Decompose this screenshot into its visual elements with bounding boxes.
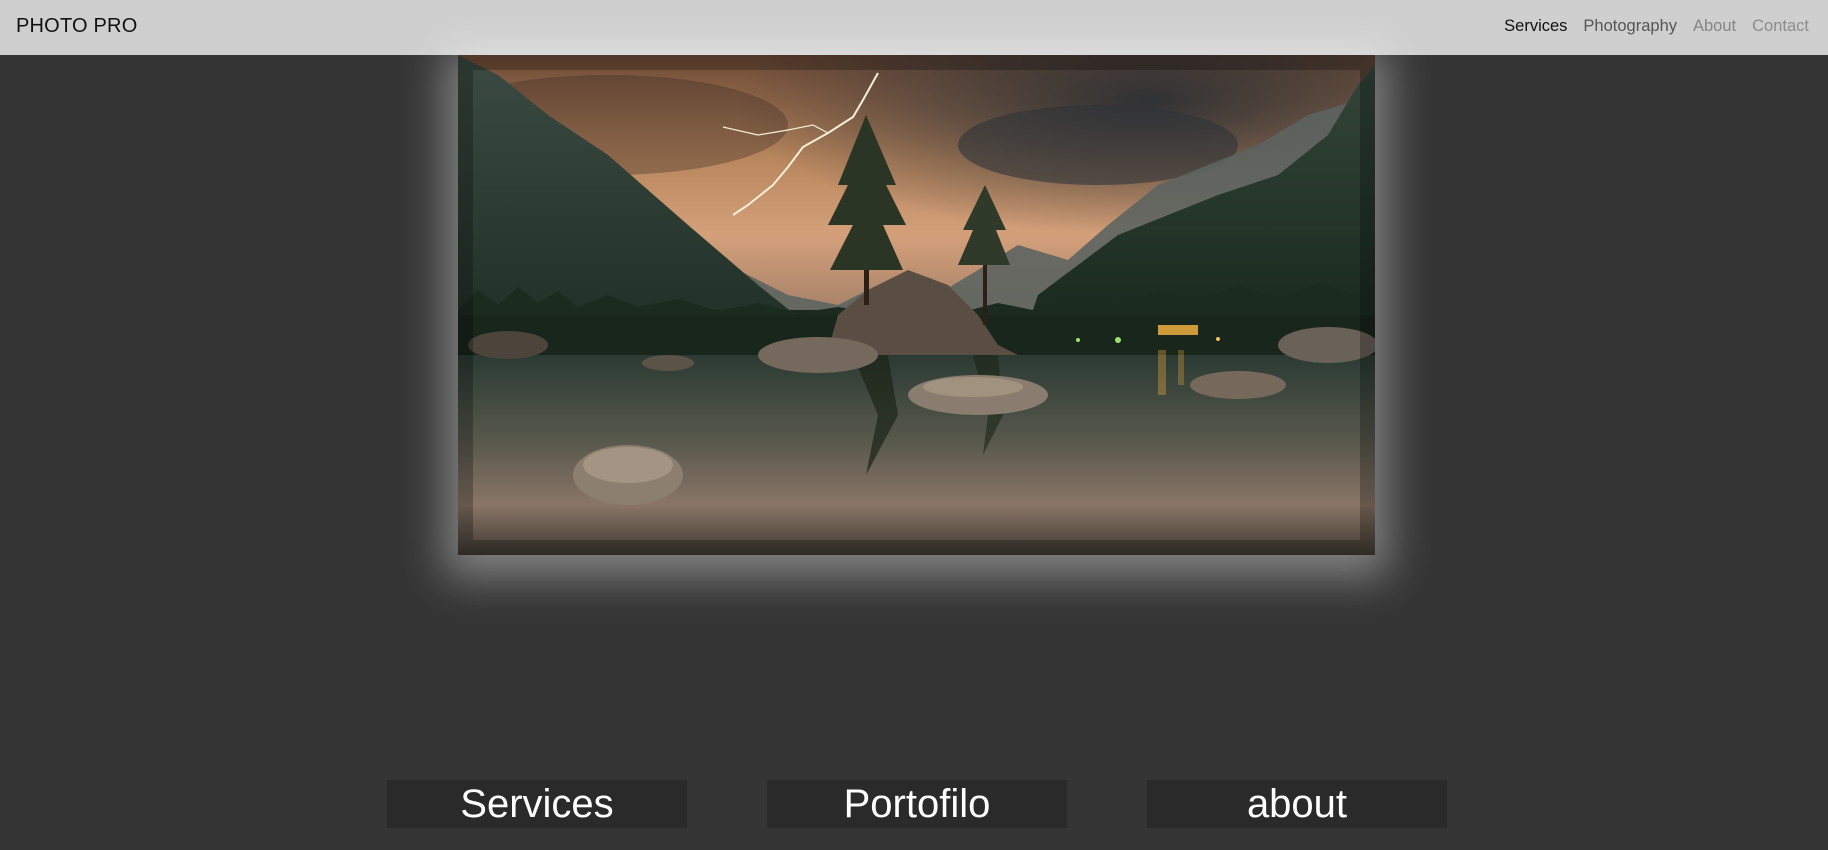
feature-cards: Services Portofilo about (0, 780, 1828, 828)
hero-photo (458, 55, 1375, 555)
services-card[interactable]: Services (387, 780, 687, 828)
nav-about-link[interactable]: About (1693, 17, 1736, 36)
nav-services-link[interactable]: Services (1504, 17, 1567, 36)
landscape-photo-illustration (458, 55, 1375, 555)
nav-photography-link[interactable]: Photography (1583, 17, 1677, 36)
main-nav: Services Photography About Contact (1504, 17, 1809, 36)
nav-contact-link[interactable]: Contact (1752, 17, 1809, 36)
portfolio-card[interactable]: Portofilo (767, 780, 1067, 828)
top-nav-bar: PHOTO PRO Services Photography About Con… (0, 0, 1828, 55)
about-card[interactable]: about (1147, 780, 1447, 828)
brand-logo[interactable]: PHOTO PRO (16, 15, 137, 38)
